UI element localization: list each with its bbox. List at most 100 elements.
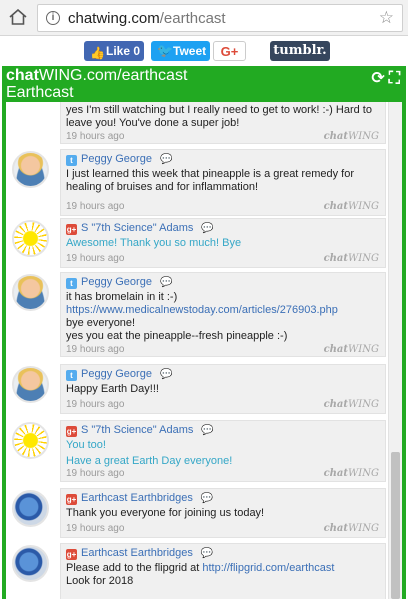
tumblr-button[interactable]: tumblr.: [270, 41, 330, 61]
message-author[interactable]: t Peggy George 💬: [66, 368, 172, 381]
brand-rest: WING.com/earthcast: [38, 67, 188, 84]
message-line: Happy Earth Day!!!: [66, 383, 159, 395]
message-time: 19 hours ago: [66, 253, 125, 264]
author-name: Peggy George: [81, 153, 152, 165]
avatar[interactable]: [12, 422, 49, 459]
scrollbar-thumb[interactable]: [391, 452, 400, 599]
watermark-bold: chat: [323, 523, 349, 534]
message-time: 19 hours ago: [66, 523, 125, 534]
reply-bubble-icon[interactable]: 💬: [201, 223, 213, 234]
chatwing-watermark: chatWING: [324, 253, 379, 264]
avatar[interactable]: [12, 545, 49, 582]
message-line: I just learned this week that pineapple …: [66, 168, 354, 180]
chatwing-watermark: chatWING: [324, 468, 379, 479]
message-link[interactable]: http://flipgrid.com/earthcast: [202, 562, 334, 574]
fullscreen-icon[interactable]: ⛶: [389, 70, 400, 87]
chat-scrollbar[interactable]: [388, 102, 402, 599]
twitter-bird-icon: 🐦: [157, 43, 174, 58]
reply-bubble-icon[interactable]: 💬: [160, 277, 172, 288]
thumbs-up-icon: 👍: [90, 46, 105, 60]
message-line: healing of bruises and for inflammation!: [66, 181, 258, 193]
avatar[interactable]: [12, 490, 49, 527]
message-line: Awesome! Thank you so much! Bye: [66, 237, 242, 249]
message-author[interactable]: g+ S "7th Science" Adams 💬: [66, 424, 214, 437]
message-line: leave you! You've done a super job!: [66, 117, 240, 129]
address-bar[interactable]: i chatwing.com/earthcast ☆: [37, 4, 403, 32]
facebook-like-label: Like 0: [106, 44, 141, 58]
message-author[interactable]: t Peggy George 💬: [66, 276, 172, 289]
message-link[interactable]: https://www.medicalnewstoday.com/article…: [66, 304, 338, 317]
google-plus-button[interactable]: G+: [213, 41, 246, 61]
avatar[interactable]: [12, 366, 49, 403]
message-text: Please add to the flipgrid at http://fli…: [66, 562, 334, 588]
watermark-rest: WING: [348, 253, 379, 264]
message-author[interactable]: g+ Earthcast Earthbridges 💬: [66, 547, 213, 560]
reply-bubble-icon[interactable]: 💬: [160, 369, 172, 380]
google-plus-icon: g+: [66, 494, 77, 505]
message-bubble: t Peggy George 💬 I just learned this week …: [60, 149, 386, 216]
google-plus-icon: g+: [66, 224, 77, 235]
twitter-icon: t: [66, 278, 77, 289]
twitter-icon: t: [66, 370, 77, 381]
google-plus-icon: g+: [66, 426, 77, 437]
message-time: 19 hours ago: [66, 131, 125, 142]
brand-bold: chat: [6, 67, 39, 84]
avatar[interactable]: [12, 151, 49, 188]
message-author[interactable]: t Peggy George 💬: [66, 153, 172, 166]
room-name: Earthcast: [6, 84, 74, 101]
star-icon[interactable]: ☆: [379, 8, 394, 28]
watermark-bold: chat: [323, 131, 349, 142]
url-text[interactable]: chatwing.com/earthcast: [68, 10, 226, 27]
message-bubble: t Peggy George 💬 it has bromelain in it :-…: [60, 272, 386, 357]
twitter-tweet-label: Tweet: [173, 44, 207, 58]
avatar[interactable]: [12, 220, 49, 257]
message-author[interactable]: g+ S "7th Science" Adams 💬: [66, 222, 214, 235]
share-bar: 👍 Like 0 🐦 Tweet G+ tumblr.: [0, 36, 408, 66]
chat-messages[interactable]: yes I'm still watching but I really need…: [6, 102, 402, 599]
chatwing-watermark: chatWING: [324, 131, 379, 142]
widget-header: chatWING.com/earthcast Earthcast ⟳ ⛶: [2, 66, 406, 102]
author-name: Earthcast Earthbridges: [81, 547, 193, 559]
message-text: Awesome! Thank you so much! Bye: [66, 237, 241, 250]
facebook-like-button[interactable]: 👍 Like 0: [84, 41, 144, 61]
message-author[interactable]: g+ Earthcast Earthbridges 💬: [66, 492, 213, 505]
author-name: S "7th Science" Adams: [81, 222, 194, 234]
message-line: Thank you everyone for joining us today!: [66, 507, 265, 519]
chatwing-watermark: chatWING: [324, 399, 379, 410]
reply-bubble-icon[interactable]: 💬: [201, 493, 213, 504]
message-line: You too!: [66, 439, 106, 451]
message-time: 19 hours ago: [66, 201, 125, 212]
brand-title[interactable]: chatWING.com/earthcast: [6, 67, 187, 84]
message-bubble: g+ Earthcast Earthbridges 💬 Please add to …: [60, 543, 386, 599]
reply-bubble-icon[interactable]: 💬: [201, 425, 213, 436]
author-name: Peggy George: [81, 276, 152, 288]
message-text: You too! Have a great Earth Day everyone…: [66, 439, 232, 468]
message-bubble: g+ S "7th Science" Adams 💬 You too! Have a…: [60, 420, 386, 482]
reply-bubble-icon[interactable]: 💬: [201, 548, 213, 559]
message-bubble: g+ S "7th Science" Adams 💬 Awesome! Thank …: [60, 218, 386, 268]
refresh-icon[interactable]: ⟳: [371, 70, 384, 87]
message-line: Look for 2018: [66, 575, 134, 587]
message-line: Have a great Earth Day everyone!: [66, 455, 233, 467]
message-line: it has bromelain in it :-): [66, 291, 178, 303]
watermark-bold: chat: [323, 253, 349, 264]
home-icon[interactable]: [9, 9, 27, 25]
message-bubble: t Peggy George 💬 Happy Earth Day!!! 19 hou…: [60, 364, 386, 414]
message-time: 19 hours ago: [66, 344, 125, 355]
message-line: yes I'm still watching but I really need…: [66, 104, 372, 116]
chatwing-watermark: chatWING: [324, 344, 379, 355]
message-text: it has bromelain in it :-) https://www.m…: [66, 291, 338, 343]
message-bubble: yes I'm still watching but I really need…: [60, 102, 386, 144]
watermark-rest: WING: [348, 399, 379, 410]
twitter-tweet-button[interactable]: 🐦 Tweet: [151, 41, 210, 61]
message-text: yes I'm still watching but I really need…: [66, 104, 372, 130]
info-icon[interactable]: i: [46, 11, 60, 25]
chat-widget: chatWING.com/earthcast Earthcast ⟳ ⛶ yes …: [2, 66, 406, 599]
avatar[interactable]: [12, 274, 49, 311]
url-host: chatwing.com: [68, 10, 160, 27]
google-plus-icon: g+: [66, 549, 77, 560]
message-text: I just learned this week that pineapple …: [66, 168, 354, 194]
reply-bubble-icon[interactable]: 💬: [160, 154, 172, 165]
twitter-icon: t: [66, 155, 77, 166]
message-line: yes you eat the pineapple--fresh pineapp…: [66, 330, 288, 342]
